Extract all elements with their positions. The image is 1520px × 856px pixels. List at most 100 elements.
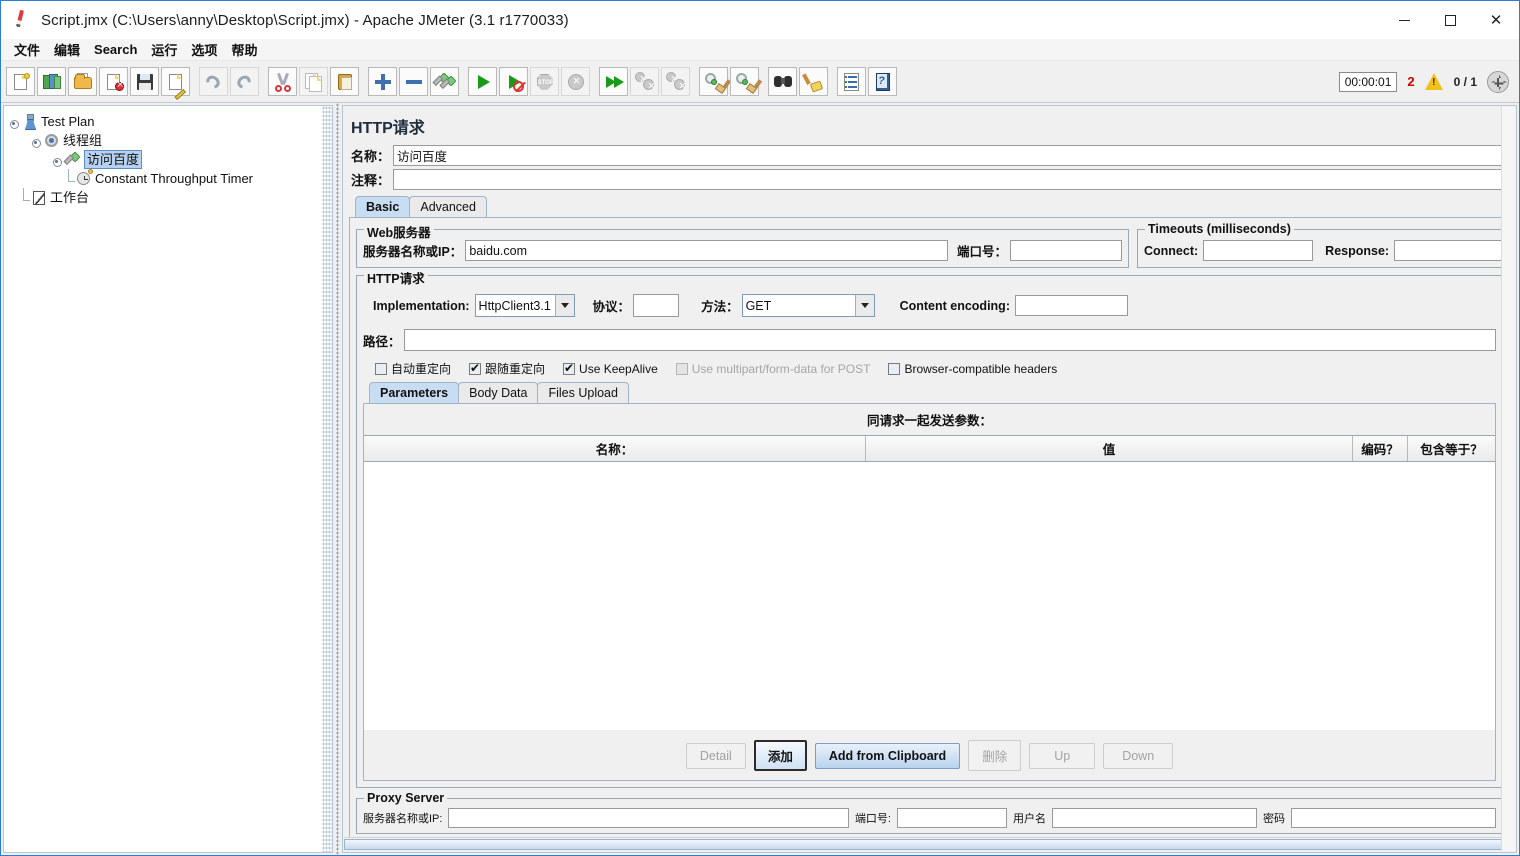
chevron-down-icon[interactable] [554, 295, 574, 316]
checkbox-auto-redirect[interactable]: 自动重定向 [375, 360, 451, 377]
menu-options[interactable]: 选项 [184, 38, 224, 61]
proxy-server-input[interactable] [448, 808, 849, 828]
path-input[interactable] [403, 329, 1496, 351]
search-button[interactable] [768, 67, 797, 96]
tab-basic[interactable]: Basic [355, 196, 411, 217]
tab-advanced[interactable]: Advanced [409, 196, 487, 217]
up-button[interactable]: Up [1029, 742, 1096, 769]
new-button[interactable] [6, 67, 35, 96]
response-timeout-input[interactable] [1394, 240, 1507, 261]
stop-button[interactable]: STOP [530, 67, 559, 96]
jmeter-feather-icon [9, 7, 35, 33]
undo-button[interactable] [199, 67, 228, 96]
name-input[interactable] [393, 145, 1510, 166]
start-button[interactable] [468, 67, 497, 96]
window-controls: ✕ [1381, 1, 1519, 39]
server-label: 服务器名称或IP： [363, 245, 463, 259]
menu-edit[interactable]: 编辑 [47, 38, 87, 61]
delete-button[interactable]: 删除 [968, 740, 1022, 771]
tree-node-http-sampler[interactable]: 访问百度 [8, 150, 332, 169]
connect-timeout-input[interactable] [1203, 240, 1314, 261]
checkbox-box[interactable] [563, 361, 576, 375]
split-divider[interactable] [333, 103, 342, 855]
function-helper-button[interactable] [837, 67, 866, 96]
clear-all-button[interactable] [730, 67, 762, 96]
expand-handle-icon[interactable] [30, 135, 42, 148]
toolbar-group-tree [367, 67, 460, 96]
add-from-clipboard-button[interactable]: Add from Clipboard [814, 742, 961, 769]
open-button[interactable] [68, 67, 97, 96]
cut-button[interactable] [268, 67, 297, 96]
error-count: 2 [1407, 74, 1415, 89]
search-reset-button[interactable] [799, 67, 828, 96]
down-button[interactable]: Down [1103, 742, 1174, 769]
vertical-scrollbar[interactable] [1501, 107, 1515, 851]
protocol-input[interactable] [633, 294, 680, 317]
chevron-down-icon[interactable] [854, 295, 874, 316]
templates-button[interactable] [37, 67, 66, 96]
tab-body-data[interactable]: Body Data [458, 382, 539, 403]
horizontal-scrollbar[interactable] [344, 837, 1502, 851]
menu-run[interactable]: 运行 [144, 38, 184, 61]
checkbox-use-keepalive[interactable]: Use KeepAlive [563, 361, 658, 376]
parameters-table-body[interactable] [364, 462, 1495, 730]
tree-node-test-plan[interactable]: Test Plan [8, 112, 332, 131]
paste-icon [335, 72, 355, 92]
tree-node-workbench[interactable]: 工作台 [8, 187, 332, 207]
help-button[interactable]: ? [868, 67, 897, 96]
checkbox-browser-compatible-headers[interactable]: Browser-compatible headers [888, 362, 1057, 376]
shutdown-button[interactable] [561, 67, 590, 96]
implementation-select[interactable]: HttpClient3.1 [474, 294, 575, 317]
menu-search[interactable]: Search [87, 40, 144, 59]
clear-button[interactable] [699, 67, 731, 96]
method-select[interactable]: GET [741, 294, 875, 317]
tree-scrollbar[interactable] [322, 106, 332, 852]
warning-triangle-icon[interactable] [1424, 73, 1444, 90]
tab-files-upload[interactable]: Files Upload [537, 382, 629, 403]
save-button[interactable] [130, 67, 159, 96]
expand-handle-icon[interactable] [8, 116, 20, 129]
proxy-port-input[interactable] [897, 808, 1007, 828]
column-header-include-equals[interactable]: 包含等于？ [1408, 436, 1495, 461]
menu-bar: 文件 编辑 Search 运行 选项 帮助 [1, 39, 1519, 61]
checkbox-box[interactable] [469, 361, 482, 375]
scrollbar-thumb[interactable] [344, 839, 1502, 850]
tree-node-thread-group[interactable]: 线程组 [8, 131, 332, 150]
column-header-value[interactable]: 值 [866, 436, 1353, 461]
expand-handle-icon[interactable] [51, 154, 63, 167]
toggle-button[interactable] [430, 67, 459, 96]
close-button[interactable]: ✕ [1473, 1, 1519, 39]
server-input[interactable] [465, 240, 948, 261]
menu-help[interactable]: 帮助 [224, 38, 264, 61]
column-header-encode[interactable]: 编码？ [1353, 436, 1408, 461]
proxy-username-input[interactable] [1052, 808, 1257, 828]
tree-node-constant-throughput-timer[interactable]: Constant Throughput Timer [8, 168, 332, 188]
add-button[interactable]: 添加 [753, 740, 807, 771]
checkbox-follow-redirect[interactable]: 跟随重定向 [469, 360, 545, 377]
detail-button[interactable]: Detail [685, 742, 746, 769]
close-file-button[interactable] [99, 67, 128, 96]
column-header-name[interactable]: 名称： [364, 436, 866, 461]
remote-start-all-button[interactable] [599, 67, 628, 96]
remote-shutdown-all-button[interactable] [661, 67, 690, 96]
start-no-timers-button[interactable] [499, 67, 528, 96]
paste-button[interactable] [330, 67, 359, 96]
collapse-button[interactable] [399, 67, 428, 96]
checkbox-box[interactable] [888, 362, 901, 375]
minimize-button[interactable] [1381, 1, 1427, 39]
content-encoding-input[interactable] [1014, 295, 1128, 316]
http-request-options-row: Implementation: HttpClient3.1 协议： 方法： GE… [363, 294, 1496, 317]
checkbox-box[interactable] [375, 362, 387, 375]
maximize-button[interactable] [1427, 1, 1473, 39]
save-as-button[interactable] [161, 67, 190, 100]
proxy-password-input[interactable] [1291, 808, 1496, 828]
menu-file[interactable]: 文件 [7, 38, 47, 61]
expand-button[interactable] [368, 67, 397, 96]
tab-parameters[interactable]: Parameters [369, 382, 460, 403]
redo-button[interactable] [230, 67, 259, 96]
comment-input[interactable] [393, 169, 1510, 190]
jmeter-window: Script.jmx (C:\Users\anny\Desktop\Script… [0, 0, 1520, 856]
copy-button[interactable] [299, 67, 328, 96]
remote-stop-all-button[interactable] [630, 67, 659, 96]
port-input[interactable] [1010, 240, 1122, 261]
